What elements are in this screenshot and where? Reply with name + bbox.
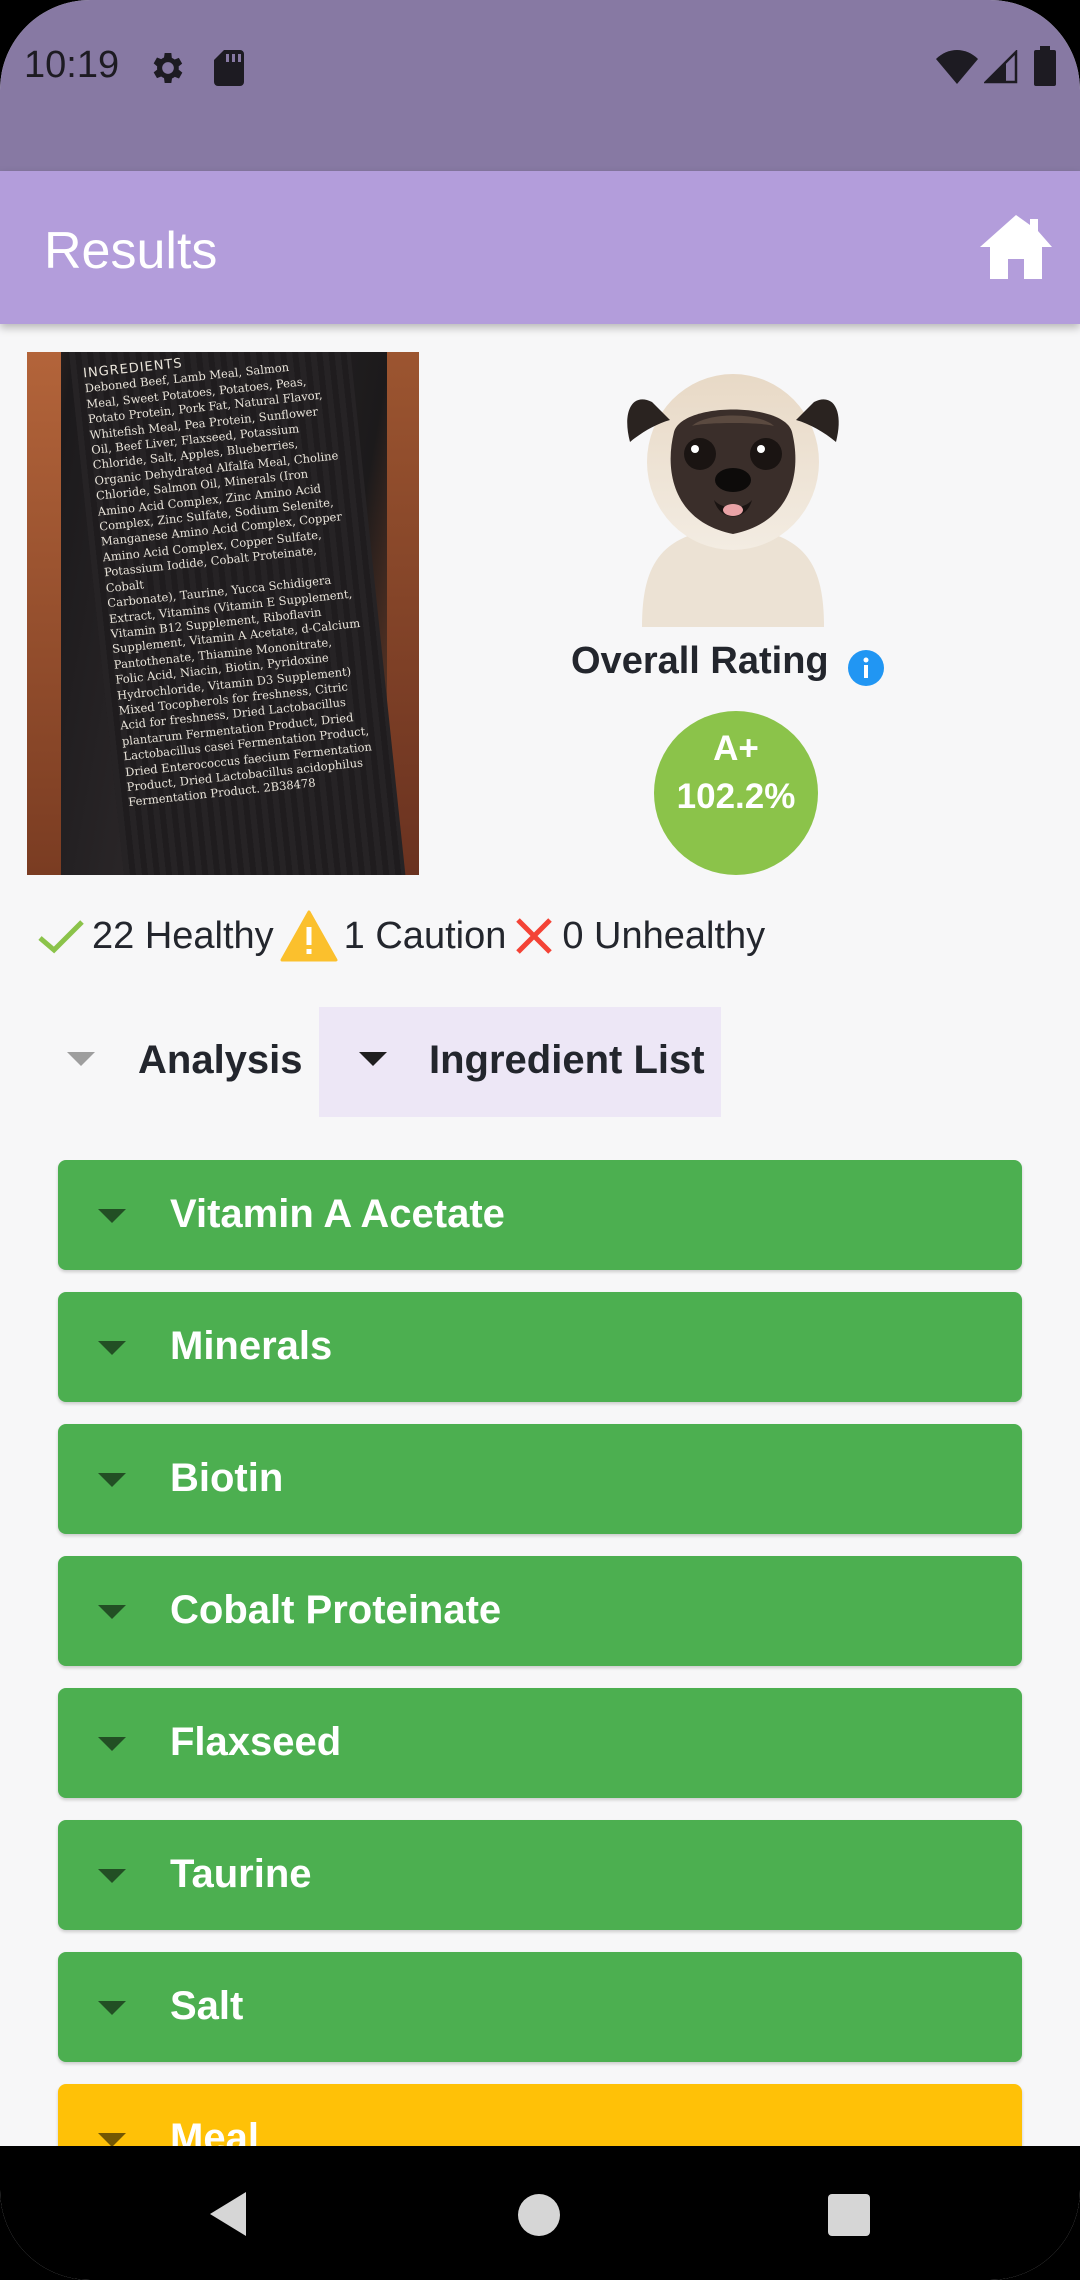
wifi-icon <box>936 50 978 84</box>
chevron-down-icon <box>359 1052 387 1066</box>
health-summary: 22 Healthy 1 Caution 0 Unhealthy <box>36 908 771 964</box>
ingredient-item[interactable]: Vitamin A Acetate <box>58 1160 1022 1270</box>
chevron-down-icon <box>98 1341 126 1355</box>
ingredient-item[interactable]: Cobalt Proteinate <box>58 1556 1022 1666</box>
status-bar: 10:19 <box>0 0 1080 171</box>
tab-label: Ingredient List <box>429 1038 705 1082</box>
label-ingredients-text: INGREDIENTS Deboned Beef, Lamb Meal, Sal… <box>83 352 386 875</box>
signal-icon <box>984 50 1018 84</box>
ingredient-name: Taurine <box>170 1852 312 1896</box>
chevron-down-icon <box>98 2133 126 2146</box>
ingredient-list: Vitamin A Acetate Minerals Biotin Cobalt… <box>0 1160 1080 2146</box>
cross-icon <box>516 918 553 954</box>
ingredient-name: Cobalt Proteinate <box>170 1588 502 1632</box>
info-icon[interactable] <box>848 650 884 686</box>
chevron-down-icon <box>98 1605 126 1619</box>
chevron-down-icon <box>98 2001 126 2015</box>
chevron-down-icon <box>98 1209 126 1223</box>
chevron-down-icon <box>98 1473 126 1487</box>
navigation-bar <box>0 2146 1080 2280</box>
ingredient-item[interactable]: Taurine <box>58 1820 1022 1930</box>
phone-screen: 10:19 Results INGREDIENTS Deboned Beef, … <box>0 0 1080 2280</box>
gear-icon <box>153 53 183 83</box>
back-icon[interactable] <box>206 2190 250 2238</box>
tab-ingredient-list[interactable]: Ingredient List <box>319 1007 721 1117</box>
battery-icon <box>1034 46 1056 86</box>
chevron-down-icon <box>98 1869 126 1883</box>
chevron-down-icon <box>98 1737 126 1751</box>
ingredient-name: Vitamin A Acetate <box>170 1192 505 1236</box>
overall-rating-label: Overall Rating <box>571 640 829 682</box>
rating-grade: A+ <box>713 729 759 768</box>
rating-badge: A+ 102.2% <box>654 711 818 875</box>
tab-bar: Analysis Ingredient List <box>0 1007 1080 1117</box>
check-icon <box>38 920 84 954</box>
healthy-count: 22 Healthy <box>92 914 274 957</box>
pug-dog-image <box>627 374 839 627</box>
product-label-photo: INGREDIENTS Deboned Beef, Lamb Meal, Sal… <box>27 352 419 875</box>
ingredient-item[interactable]: Flaxseed <box>58 1688 1022 1798</box>
ingredient-item[interactable]: Biotin <box>58 1424 1022 1534</box>
tab-label: Analysis <box>138 1038 303 1082</box>
app-bar: Results <box>0 171 1080 324</box>
chevron-down-icon <box>67 1052 95 1066</box>
ingredient-name: Flaxseed <box>170 1720 342 1764</box>
sd-card-icon <box>214 50 244 86</box>
ingredient-name: Salt <box>170 1984 244 2028</box>
ingredient-name: Biotin <box>170 1456 284 1500</box>
home-icon[interactable] <box>980 215 1052 279</box>
ingredient-item[interactable]: Minerals <box>58 1292 1022 1402</box>
page-title: Results <box>44 222 218 280</box>
ingredient-name: Minerals <box>170 1324 333 1368</box>
status-time: 10:19 <box>24 44 120 86</box>
recents-icon[interactable] <box>828 2194 870 2236</box>
rating-percent: 102.2% <box>676 777 796 816</box>
caution-count: 1 Caution <box>343 914 507 957</box>
ingredient-item[interactable]: Salt <box>58 1952 1022 2062</box>
unhealthy-count: 0 Unhealthy <box>562 914 766 957</box>
ingredient-item[interactable]: Meal <box>58 2084 1022 2146</box>
warning-icon <box>280 910 338 962</box>
ingredient-name: Meal <box>170 2116 259 2146</box>
tab-analysis[interactable]: Analysis <box>52 1007 314 1117</box>
home-nav-icon[interactable] <box>518 2194 560 2236</box>
